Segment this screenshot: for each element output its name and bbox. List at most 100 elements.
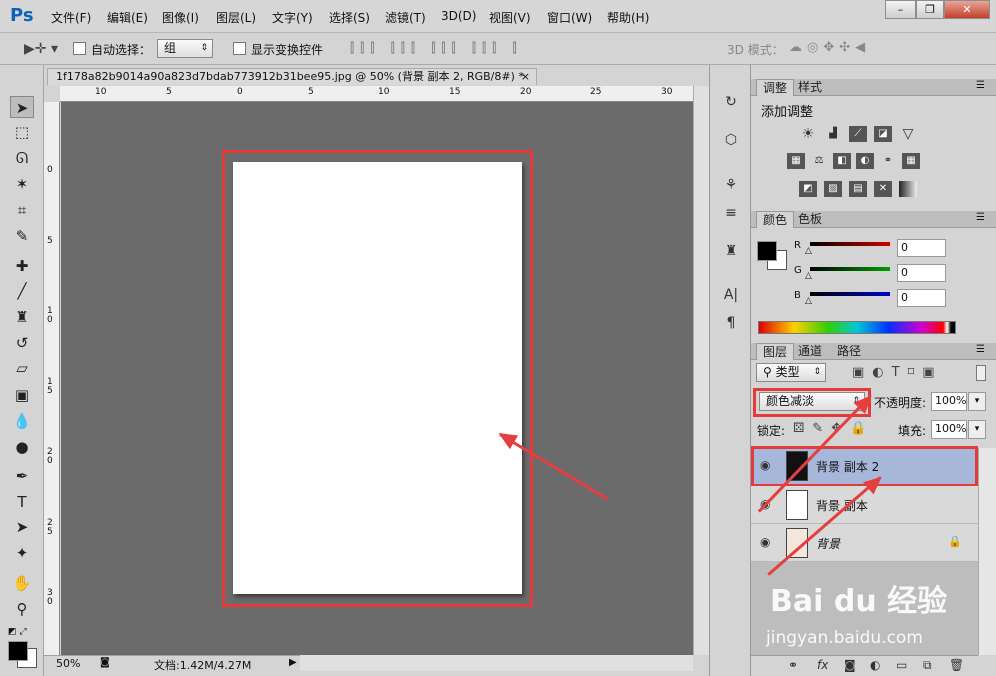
history-brush-icon[interactable]: ↺ <box>10 332 34 354</box>
fx-icon[interactable]: fx <box>817 658 828 672</box>
slider-handle-icon[interactable]: △ <box>805 296 812 306</box>
channel-mixer-icon[interactable]: ⚭ <box>879 153 897 169</box>
menu-edit[interactable]: 编辑(E) <box>107 9 148 26</box>
zoom-tool-icon[interactable]: ⚲ <box>10 598 34 620</box>
slider-handle-icon[interactable]: △ <box>805 246 812 256</box>
levels-icon[interactable]: ▟ <box>824 126 842 142</box>
menu-view[interactable]: 视图(V) <box>489 9 531 26</box>
shape-tool-icon[interactable]: ✦ <box>10 542 34 564</box>
layers-scrollbar[interactable] <box>978 448 996 655</box>
curves-icon[interactable]: ⟋ <box>849 126 867 142</box>
vertical-scrollbar[interactable] <box>693 86 709 655</box>
invert-icon[interactable]: ◩ <box>799 181 817 197</box>
link-icon[interactable]: ⚭ <box>788 658 798 672</box>
tab-adjustments[interactable]: 调整 <box>756 79 795 96</box>
default-colors-icon[interactable]: ◩ ⤢ <box>8 627 27 637</box>
new-layer-icon[interactable]: ⧉ <box>923 658 932 673</box>
exposure-icon[interactable]: ◪ <box>874 126 892 142</box>
eraser-icon[interactable]: ▱ <box>10 357 34 379</box>
brush-presets-icon[interactable]: ⚘ <box>720 175 742 195</box>
panel-menu-icon[interactable]: ☰ <box>976 344 985 355</box>
photo-filter-icon[interactable]: ◐ <box>856 153 874 169</box>
panel-menu-icon[interactable]: ☰ <box>976 80 985 91</box>
path-select-icon[interactable]: ➤ <box>10 516 34 538</box>
tab-styles[interactable]: 样式 <box>792 79 828 96</box>
hue-saturation-icon[interactable]: ▦ <box>787 153 805 169</box>
brightness-icon[interactable]: ☀ <box>799 126 817 142</box>
hand-tool-icon[interactable]: ✋ <box>10 572 34 594</box>
fill-input[interactable]: 100% <box>931 420 967 439</box>
color-fg-swatch[interactable] <box>757 241 777 261</box>
brush-tool-icon[interactable]: ╱ <box>10 280 34 302</box>
channel-value-input[interactable]: 0 <box>897 264 946 282</box>
menu-window[interactable]: 窗口(W) <box>547 9 592 26</box>
layer-filter-dropdown[interactable]: ⚲ 类型 ⇕ <box>756 363 826 382</box>
tab-channels[interactable]: 通道 <box>792 343 828 360</box>
lasso-tool-icon[interactable]: ᘏ <box>10 147 34 169</box>
clone-stamp-icon[interactable]: ♜ <box>10 306 34 328</box>
channel-slider[interactable] <box>810 267 890 271</box>
trash-icon[interactable]: 🗑 <box>949 658 964 672</box>
pen-tool-icon[interactable]: ✒ <box>10 465 34 487</box>
fill-dropdown-icon[interactable]: ▾ <box>968 420 986 439</box>
opacity-dropdown-icon[interactable]: ▾ <box>968 392 986 411</box>
opacity-input[interactable]: 100% <box>931 392 967 411</box>
color-spectrum[interactable] <box>758 321 956 334</box>
document-tab[interactable]: 1f178a82b9014a90a823d7bdab773912b31bee95… <box>47 68 537 85</box>
magic-wand-icon[interactable]: ✶ <box>10 173 34 195</box>
menu-filter[interactable]: 滤镜(T) <box>385 9 426 26</box>
type-tool-icon[interactable]: T <box>10 491 34 513</box>
move-tool-icon[interactable]: ➤ <box>10 96 34 118</box>
slider-handle-icon[interactable]: △ <box>805 271 812 281</box>
vibrance-icon[interactable]: ▽ <box>899 126 917 142</box>
minimize-button[interactable]: – <box>885 0 916 19</box>
menu-layer[interactable]: 图层(L) <box>216 9 256 26</box>
group-icon[interactable]: ▭ <box>896 658 907 672</box>
menu-type[interactable]: 文字(Y) <box>272 9 313 26</box>
gradient-map-icon[interactable] <box>899 181 917 197</box>
adjustment-icon[interactable]: ◐ <box>870 658 880 672</box>
move-tool-preset-icon[interactable]: ▶✛ ▾ <box>24 41 58 57</box>
restore-button[interactable]: ❐ <box>916 0 944 19</box>
healing-brush-icon[interactable]: ✚ <box>10 255 34 277</box>
threshold-icon[interactable]: ▤ <box>849 181 867 197</box>
horizontal-scrollbar[interactable] <box>300 655 693 671</box>
align-icons[interactable]: ⫿⫿⫿ ⫿⫿⫿ ⫿⫿⫿ ⫿⫿⫿ ⫿ <box>350 41 523 56</box>
selective-color-icon[interactable]: ✕ <box>874 181 892 197</box>
color-lookup-icon[interactable]: ▦ <box>902 153 920 169</box>
marquee-tool-icon[interactable]: ⬚ <box>10 121 34 143</box>
menu-image[interactable]: 图像(I) <box>162 9 199 26</box>
filter-toggle[interactable] <box>976 365 986 381</box>
dodge-tool-icon[interactable]: ● <box>10 436 34 458</box>
auto-select-checkbox[interactable] <box>73 42 86 58</box>
tab-paths[interactable]: 路径 <box>831 343 867 360</box>
clone-source-icon[interactable]: ♜ <box>720 241 742 261</box>
auto-select-dropdown[interactable]: 组 ⇕ <box>157 39 213 58</box>
status-menu-icon[interactable]: ◙ <box>100 657 110 668</box>
play-icon[interactable]: ▶ <box>289 657 297 668</box>
black-white-icon[interactable]: ◧ <box>833 153 851 169</box>
layer-filter-icons[interactable]: ▣◐T⌑▣ <box>852 365 943 380</box>
history-panel-icon[interactable]: ↻ <box>720 92 742 112</box>
gradient-tool-icon[interactable]: ▣ <box>10 384 34 406</box>
menu-3d[interactable]: 3D(D) <box>441 9 476 23</box>
channel-slider[interactable] <box>810 292 890 296</box>
foreground-color-swatch[interactable] <box>8 641 28 661</box>
paragraph-panel-icon[interactable]: ¶ <box>720 313 742 333</box>
menu-file[interactable]: 文件(F) <box>51 9 91 26</box>
brush-panel-icon[interactable]: ≡ <box>720 203 742 223</box>
tab-color[interactable]: 颜色 <box>756 211 795 228</box>
color-balance-icon[interactable]: ⚖ <box>810 153 828 169</box>
3d-panel-icon[interactable]: ⬡ <box>720 130 742 150</box>
channel-value-input[interactable]: 0 <box>897 239 946 257</box>
channel-value-input[interactable]: 0 <box>897 289 946 307</box>
panel-menu-icon[interactable]: ☰ <box>976 212 985 223</box>
menu-select[interactable]: 选择(S) <box>329 9 370 26</box>
posterize-icon[interactable]: ▨ <box>824 181 842 197</box>
blur-tool-icon[interactable]: 💧 <box>10 410 34 432</box>
menu-help[interactable]: 帮助(H) <box>607 9 649 26</box>
channel-slider[interactable] <box>810 242 890 246</box>
visibility-eye-icon[interactable]: ◉ <box>760 535 774 549</box>
tab-layers[interactable]: 图层 <box>756 343 795 360</box>
show-transform-checkbox[interactable] <box>233 42 246 58</box>
